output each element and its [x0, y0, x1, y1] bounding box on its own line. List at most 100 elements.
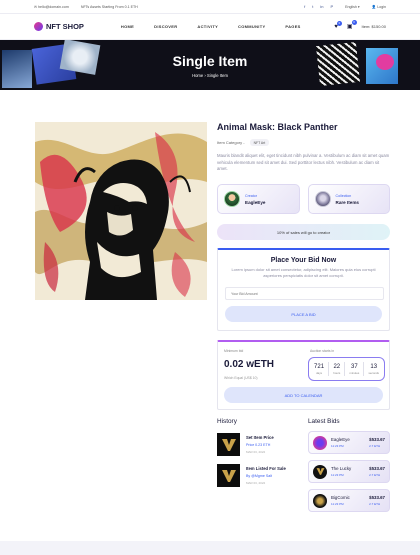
history-item-sub: By @Mgme Salt — [246, 474, 273, 478]
bid-price: $533.67 — [369, 495, 385, 500]
category-label: Item Category - — [217, 140, 245, 145]
countdown-days: 721 days — [314, 364, 324, 375]
countdown-seconds: 13 seconds — [369, 364, 379, 375]
auction-start-label: Auction starts in — [310, 349, 335, 353]
countdown-unit: days — [316, 370, 323, 375]
countdown-unit: minutes — [349, 370, 360, 375]
wishlist-badge: 0 — [336, 20, 342, 26]
item-name: Animal Mask: Black Panther — [217, 122, 338, 132]
item-info: Animal Mask: Black Panther Item Category… — [217, 122, 390, 173]
bid-time: 11:23 PM — [331, 444, 344, 448]
login-link[interactable]: 👤 Login — [372, 5, 386, 9]
auction-panel: Minimum bid 0.02 wETH Which Equal (US$ 1… — [217, 340, 390, 410]
bid-eth: 2.7 ETH — [369, 444, 381, 448]
history-item-title: Item Listed For Sale — [246, 466, 286, 471]
v-logo-icon — [316, 468, 324, 475]
place-bid-button[interactable]: PLACE A BID — [225, 306, 382, 322]
nav-item-pages[interactable]: PAGES — [285, 24, 300, 29]
bid-eth: 2.7 ETH — [369, 502, 381, 506]
min-bid-label: Minimum bid — [224, 349, 244, 353]
breadcrumb: Home › Single Item — [192, 73, 228, 78]
min-bid-equal: Which Equal (US$ 10) — [224, 376, 258, 380]
promo-text: NFTs Assets Starting From 0.1 ETH — [80, 4, 138, 9]
nav-item-home[interactable]: HOME — [121, 24, 134, 29]
facebook-icon[interactable]: f — [304, 4, 305, 9]
hero-art-image — [376, 54, 394, 70]
creator-avatar — [224, 191, 240, 207]
wishlist-button[interactable]: ♥ 0 — [334, 20, 342, 30]
history-item-date: MAR 03, 2022 — [246, 450, 266, 454]
hero-art-image — [316, 42, 360, 86]
history-item[interactable]: Set Item Price Price 0.23 ETH MAR 03, 20… — [217, 433, 305, 456]
v-logo-icon — [221, 438, 236, 451]
main-navbar: NFT SHOP HOME DISCOVER ACTIVITY COMMUNIT… — [0, 14, 420, 40]
panther-artwork-image — [35, 122, 207, 300]
bidder-avatar — [313, 493, 327, 508]
latest-bids-section: Latest Bids EagleEye 11:23 PM $533.67 2.… — [308, 418, 390, 512]
bid-row[interactable]: BigComic 11:23 PM $533.67 2.7 ETH — [308, 489, 390, 512]
hero-art-image — [2, 50, 32, 88]
nav-item-activity[interactable]: ACTIVITY — [197, 24, 218, 29]
item-description: Mauris blandit aliquet elit, eget tincid… — [217, 153, 390, 171]
bid-title: Place Your Bid Now — [270, 257, 337, 264]
history-thumbnail — [217, 464, 240, 487]
bid-amount-input[interactable] — [225, 287, 384, 300]
category-tag[interactable]: NFT Art — [249, 139, 270, 146]
countdown-unit: hours — [333, 370, 341, 375]
bid-row[interactable]: EagleEye 11:23 PM $533.67 2.7 ETH — [308, 431, 390, 454]
bidder-avatar — [313, 435, 327, 450]
bidder-avatar — [313, 464, 327, 479]
bidder-name: EagleEye — [331, 437, 350, 442]
cart-button[interactable]: ▣ 0 — [347, 20, 357, 30]
creator-card[interactable]: Creator EagleEye — [217, 184, 300, 214]
countdown-minutes: 37 minutes — [350, 364, 360, 375]
history-item-sub: Price 0.23 ETH — [246, 443, 271, 447]
bid-price: $533.67 — [369, 437, 385, 442]
hero-art-image — [59, 40, 101, 75]
bid-eth: 2.7 ETH — [369, 473, 381, 477]
pinterest-icon[interactable]: P — [330, 4, 333, 9]
linkedin-icon[interactable]: in — [320, 4, 323, 9]
breadcrumb-home[interactable]: Home — [192, 73, 203, 78]
top-bar: ✉ hello@domain.com NFTs Assets Starting … — [0, 0, 420, 14]
history-item[interactable]: Item Listed For Sale By @Mgme Salt MAR 0… — [217, 464, 305, 487]
page-title: Single Item — [172, 52, 248, 69]
collection-avatar — [314, 191, 331, 207]
collection-card[interactable]: Collection Rare Items — [307, 184, 390, 214]
creator-label: Creator — [245, 193, 257, 198]
item-category: Item Category - NFT Art — [217, 139, 390, 146]
nav-item-community[interactable]: COMMUNITY — [238, 24, 265, 29]
countdown-value: 37 — [351, 363, 358, 370]
bid-description: Lorem ipsum dolor sit amet consectetur, … — [231, 267, 376, 278]
cart-total: Item: $150.00 — [361, 24, 386, 29]
countdown-value: 22 — [333, 363, 341, 370]
min-bid-amount: 0.02 wETH — [224, 359, 275, 370]
countdown-value: 721 — [314, 363, 325, 370]
countdown-hours: 22 hours — [333, 364, 340, 375]
creator-name: EagleEye — [245, 199, 266, 205]
nav-item-discover[interactable]: DISCOVER — [154, 24, 177, 29]
language-select[interactable]: English ▾ — [345, 5, 360, 9]
v-logo-icon — [221, 469, 236, 482]
bidder-name: BigComic — [331, 495, 350, 500]
place-bid-panel: Place Your Bid Now Lorem ipsum dolor sit… — [217, 248, 390, 331]
bid-time: 11:23 PM — [331, 502, 344, 506]
site-logo[interactable]: NFT SHOP — [34, 22, 84, 31]
twitter-icon[interactable]: t — [312, 4, 313, 9]
item-artwork — [35, 122, 207, 300]
email-link[interactable]: ✉ hello@domain.com — [34, 5, 69, 9]
nav-menu: HOME DISCOVER ACTIVITY COMMUNITY PAGES — [121, 24, 301, 29]
countdown-timer: 721 days 22 hours 37 minutes 13 seconds — [308, 357, 385, 381]
add-to-calendar-button[interactable]: ADD TO CALENDAR — [224, 387, 383, 403]
social-links: f t in P — [304, 4, 333, 9]
cart-badge: 0 — [351, 20, 357, 25]
countdown-divider — [363, 362, 365, 376]
countdown-value: 13 — [370, 363, 378, 370]
bid-row[interactable]: The Lucky 11:23 PM $533.67 2.7 ETH — [308, 460, 390, 483]
latest-bids-title: Latest Bids — [308, 418, 340, 425]
countdown-unit: seconds — [368, 370, 379, 375]
bidder-name: The Lucky — [331, 466, 352, 471]
footer-strip — [0, 541, 420, 555]
breadcrumb-current: Single Item — [206, 72, 228, 78]
countdown-divider — [344, 362, 346, 376]
